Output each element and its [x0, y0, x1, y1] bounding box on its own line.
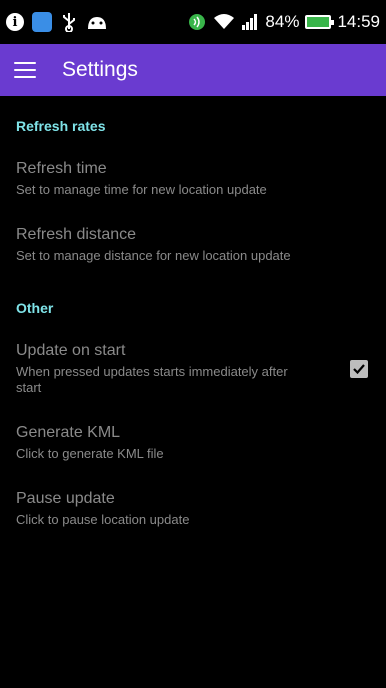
- nfc-icon: [187, 12, 207, 32]
- pref-summary: Click to pause location update: [16, 512, 190, 527]
- usb-icon: [60, 12, 78, 32]
- pref-refresh-distance[interactable]: Refresh distance Set to manage distance …: [16, 212, 370, 278]
- status-right-icons: 84% 14:59: [187, 12, 380, 32]
- pref-pause-update[interactable]: Pause update Click to pause location upd…: [16, 476, 370, 542]
- wifi-icon: [213, 13, 235, 31]
- pref-generate-kml[interactable]: Generate KML Click to generate KML file: [16, 410, 370, 476]
- pref-title: Update on start: [16, 342, 126, 359]
- pref-text: Update on start When pressed updates sta…: [16, 342, 316, 396]
- battery-percent: 84%: [265, 12, 300, 31]
- pref-update-on-start[interactable]: Update on start When pressed updates sta…: [16, 328, 370, 410]
- pref-title: Refresh distance: [16, 226, 137, 243]
- settings-list: Refresh rates Refresh time Set to manage…: [0, 106, 386, 542]
- pref-text: Pause update Click to pause location upd…: [16, 490, 189, 528]
- section-header-refresh-rates: Refresh rates: [16, 118, 106, 134]
- update-on-start-checkbox[interactable]: [350, 360, 368, 378]
- pref-title: Refresh time: [16, 160, 107, 177]
- app-bar: Settings: [0, 44, 386, 96]
- pref-summary: When pressed updates starts immediately …: [16, 364, 288, 395]
- info-icon: i: [6, 13, 24, 31]
- pref-title: Pause update: [16, 490, 115, 507]
- pref-summary: Click to generate KML file: [16, 446, 164, 461]
- signal-icon: [241, 13, 259, 31]
- page-title: Settings: [62, 58, 138, 81]
- pref-text: Refresh distance Set to manage distance …: [16, 226, 291, 264]
- pref-text: Generate KML Click to generate KML file: [16, 424, 164, 462]
- check-icon: [353, 364, 365, 375]
- clock: 14:59: [337, 12, 380, 31]
- pref-summary: Set to manage time for new location upda…: [16, 182, 267, 197]
- pref-summary: Set to manage distance for new location …: [16, 248, 291, 263]
- status-left-icons: i: [6, 12, 187, 32]
- section-header-other: Other: [16, 300, 54, 316]
- app-icon: [32, 12, 52, 32]
- battery-icon: [305, 15, 335, 29]
- android-icon: [86, 13, 108, 31]
- pref-text: Refresh time Set to manage time for new …: [16, 160, 267, 198]
- pref-refresh-time[interactable]: Refresh time Set to manage time for new …: [16, 146, 370, 212]
- hamburger-menu-icon[interactable]: [14, 62, 36, 78]
- status-bar: i 84% 14:59: [0, 0, 386, 44]
- pref-title: Generate KML: [16, 424, 121, 441]
